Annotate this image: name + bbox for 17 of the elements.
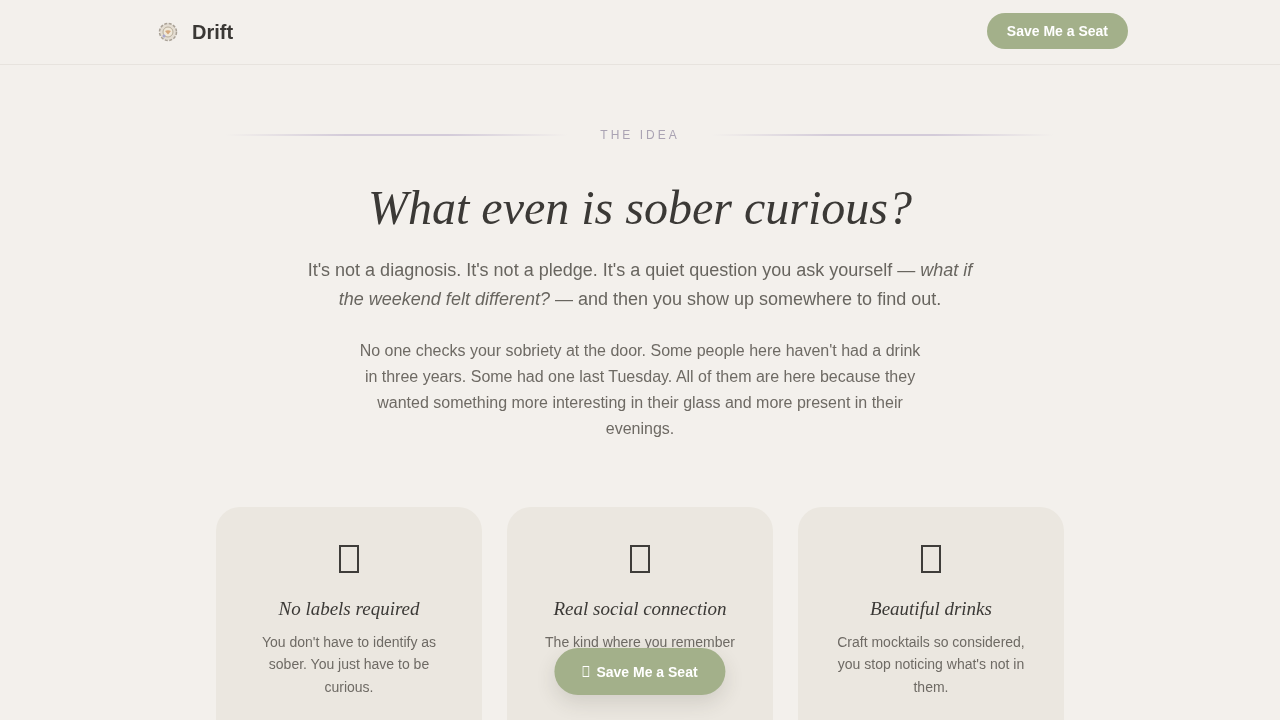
brand-name: Drift	[192, 20, 234, 44]
card-text: You don't have to identify as sober. You just have to be curious.	[260, 632, 438, 697]
floating-save-seat-button[interactable]: Save Me a Seat	[554, 648, 726, 695]
empty-frame-icon	[630, 544, 650, 573]
save-seat-button[interactable]: Save Me a Seat	[986, 13, 1128, 49]
card-title: No labels required	[277, 596, 421, 621]
body-paragraph: No one checks your sobriety at the door. Some people here haven't had a drink in three years. Some had one last Tuesday. All of them are here because they wanted something more interesting in their glass and more present in their evenings.	[358, 340, 922, 439]
flower-icon	[158, 22, 178, 42]
card-text: Craft mocktails so considered, you stop noticing what's not in them.	[836, 632, 1026, 697]
section-eyebrow: THE IDEA	[600, 128, 680, 142]
empty-frame-icon	[582, 666, 590, 677]
card-title: Real social connection	[552, 596, 728, 621]
lead-paragraph: It's not a diagnosis. It's not a pledge. It's a quiet question you ask yourself — what if the weekend felt different? — and then you show up somewhere to find out.	[306, 258, 975, 311]
section-heading: What even is sober curious?	[368, 180, 912, 236]
empty-frame-icon	[339, 544, 359, 573]
card-title: Beautiful drinks	[869, 596, 993, 621]
empty-frame-icon	[921, 544, 941, 573]
